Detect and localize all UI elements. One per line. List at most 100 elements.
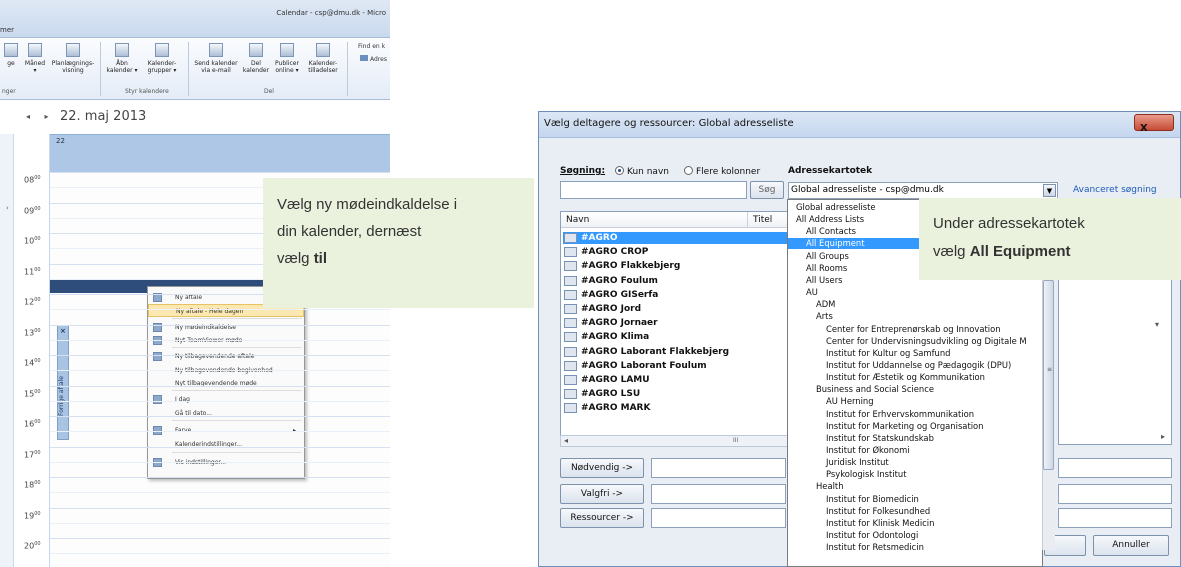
dropdown-item[interactable]: Institut for Retsmedicin: [788, 542, 924, 553]
address-book-value: Global adresseliste - csp@dmu.dk: [791, 185, 944, 195]
ribbon-button-email-calendar[interactable]: Send kalender via e-mail: [192, 43, 240, 74]
horizontal-scrollbar[interactable]: ◂ III: [560, 435, 788, 447]
dropdown-item[interactable]: Institut for Statskundskab: [788, 433, 934, 444]
dropdown-item[interactable]: Psykologisk Institut: [788, 469, 907, 480]
person-group-icon: [564, 360, 577, 371]
address-book-button[interactable]: Adres: [360, 55, 387, 63]
share-calendar-icon: [249, 43, 263, 57]
context-menu-item[interactable]: Ny tilbagevendende aftale: [148, 350, 304, 363]
address-row[interactable]: #AGRO: [563, 232, 787, 244]
dropdown-item[interactable]: Institut for Erhvervskommunikation: [788, 409, 974, 420]
hour-value: 18: [24, 480, 35, 490]
address-list[interactable]: Navn Titel #AGRO #AGRO CROP #AGRO Flakkebj…: [560, 211, 788, 446]
close-icon[interactable]: ×: [60, 327, 66, 335]
ribbon-button-calendar-permissions[interactable]: Kalender- tilladelser: [304, 43, 342, 74]
optional-attendees-input-right[interactable]: [1058, 484, 1172, 504]
day-column-header[interactable]: 22: [50, 134, 390, 172]
dropdown-item[interactable]: Institut for Æstetik og Kommunikation: [788, 372, 985, 383]
hour-value: 09: [24, 206, 35, 216]
expand-arrow-icon[interactable]: ›: [6, 204, 9, 212]
dropdown-item[interactable]: AU Herning: [788, 396, 874, 407]
previous-appointment-tab[interactable]: × Forrige aftale: [57, 325, 69, 440]
dropdown-item[interactable]: All Address Lists: [788, 214, 864, 225]
dropdown-item[interactable]: AU: [788, 287, 818, 298]
dropdown-item[interactable]: Health: [788, 481, 844, 492]
advanced-search-link[interactable]: Avanceret søgning: [1073, 185, 1157, 195]
address-row[interactable]: #AGRO Foulum: [563, 275, 787, 287]
column-header-title[interactable]: Titel: [753, 215, 772, 225]
radio-more-columns[interactable]: Flere kolonner: [684, 166, 760, 177]
dropdown-item[interactable]: All Contacts: [788, 226, 856, 237]
scroll-down-icon[interactable]: ▾: [1155, 320, 1159, 329]
optional-attendees-input[interactable]: [651, 484, 786, 504]
dropdown-item[interactable]: All Equipment: [788, 238, 936, 250]
today-icon: [153, 395, 162, 404]
dropdown-item[interactable]: Juridisk Institut: [788, 457, 889, 468]
required-attendees-input-right[interactable]: [1058, 458, 1172, 478]
required-attendees-input[interactable]: [651, 458, 786, 478]
dropdown-item[interactable]: All Groups: [788, 251, 849, 262]
context-menu-item[interactable]: Nyt TeamViewer-møde: [148, 334, 304, 347]
address-row[interactable]: #AGRO LSU: [563, 388, 787, 400]
ribbon-button-publish-online[interactable]: Publicer online ▾: [272, 43, 302, 74]
scroll-right-icon[interactable]: ▸: [1161, 432, 1165, 441]
context-menu-item[interactable]: I dag: [148, 393, 304, 406]
address-row[interactable]: #AGRO Jornaer: [563, 317, 787, 329]
address-row[interactable]: #AGRO GISerfa: [563, 289, 787, 301]
context-menu-item[interactable]: Kalenderindstillinger...: [148, 438, 304, 451]
ribbon-tab[interactable]: mer: [0, 26, 14, 34]
optional-attendees-button[interactable]: Valgfri ->: [560, 484, 644, 504]
search-button[interactable]: Søg: [750, 181, 784, 199]
address-row[interactable]: #AGRO LAMU: [563, 374, 787, 386]
radio-name-only[interactable]: Kun navn: [615, 166, 669, 177]
dropdown-item[interactable]: Institut for Marketing og Organisation: [788, 421, 983, 432]
ribbon-button-day[interactable]: ge: [0, 43, 22, 67]
dropdown-item[interactable]: Institut for Kultur og Samfund: [788, 348, 950, 359]
dropdown-item[interactable]: ADM: [788, 299, 835, 310]
dropdown-item[interactable]: Institut for Folkesundhed: [788, 506, 930, 517]
context-menu-item[interactable]: Vis indstillinger...: [148, 456, 304, 469]
cancel-button[interactable]: Annuller: [1093, 535, 1169, 556]
dropdown-item[interactable]: All Rooms: [788, 263, 847, 274]
close-button[interactable]: X: [1134, 114, 1174, 134]
dropdown-item[interactable]: Institut for Økonomi: [788, 445, 910, 456]
resources-input[interactable]: [651, 508, 786, 528]
prev-next-arrows-icon[interactable]: ◂ ▸: [26, 112, 55, 121]
address-row[interactable]: #AGRO Laborant Foulum: [563, 360, 787, 372]
dropdown-scroll-thumb[interactable]: ≡: [1043, 280, 1054, 470]
ribbon-button-calendar-groups[interactable]: Kalender- grupper ▾: [142, 43, 182, 74]
chevron-down-icon[interactable]: ▼: [1043, 184, 1056, 197]
context-menu-item[interactable]: Gå til dato...: [148, 407, 304, 420]
address-row[interactable]: #AGRO Flakkebjerg: [563, 260, 787, 272]
dropdown-item[interactable]: Institut for Biomedicin: [788, 494, 919, 505]
resources-input-right[interactable]: [1058, 508, 1172, 528]
context-menu-item[interactable]: Ny mødeindkaldelse: [148, 321, 304, 334]
hour-value: 16: [24, 419, 35, 429]
address-row[interactable]: #AGRO Jord: [563, 303, 787, 315]
hour-minutes: 00: [34, 480, 41, 486]
required-attendees-button[interactable]: Nødvendig ->: [560, 458, 644, 478]
column-header-name[interactable]: Navn: [566, 215, 589, 225]
address-row[interactable]: #AGRO CROP: [563, 246, 787, 258]
address-row[interactable]: #AGRO MARK: [563, 402, 787, 414]
ribbon-button-share-calendar[interactable]: Del kalender: [242, 43, 270, 74]
search-input[interactable]: [560, 181, 747, 199]
dropdown-item[interactable]: Business and Social Science: [788, 384, 934, 395]
dropdown-item[interactable]: Institut for Klinisk Medicin: [788, 518, 934, 529]
dropdown-item[interactable]: Center for Entreprenørskab og Innovation: [788, 324, 1001, 335]
dropdown-item[interactable]: Center for Undervisningsudvikling og Dig…: [788, 336, 1027, 347]
dropdown-item[interactable]: All Users: [788, 275, 843, 286]
ribbon-button-open-calendar[interactable]: Åbn kalender ▾: [104, 43, 140, 74]
resources-button[interactable]: Ressourcer ->: [560, 508, 644, 528]
address-book-select[interactable]: Global adresseliste - csp@dmu.dk ▼: [788, 182, 1058, 199]
dropdown-item[interactable]: Global adresseliste: [788, 202, 876, 213]
dropdown-item[interactable]: Institut for Uddannelse og Pædagogik (DP…: [788, 360, 1011, 371]
scroll-left-icon[interactable]: ◂: [564, 436, 568, 445]
ribbon-button-schedule[interactable]: Planlægnings- visning: [50, 43, 96, 74]
address-row[interactable]: #AGRO Klima: [563, 331, 787, 343]
address-row[interactable]: #AGRO Laborant Flakkebjerg: [563, 346, 787, 358]
context-menu-item[interactable]: Nyt tilbagevendende møde: [148, 377, 304, 390]
ribbon-button-month[interactable]: Måned ▾: [22, 43, 48, 74]
dropdown-item[interactable]: Arts: [788, 311, 833, 322]
dropdown-item[interactable]: Institut for Odontologi: [788, 530, 918, 541]
